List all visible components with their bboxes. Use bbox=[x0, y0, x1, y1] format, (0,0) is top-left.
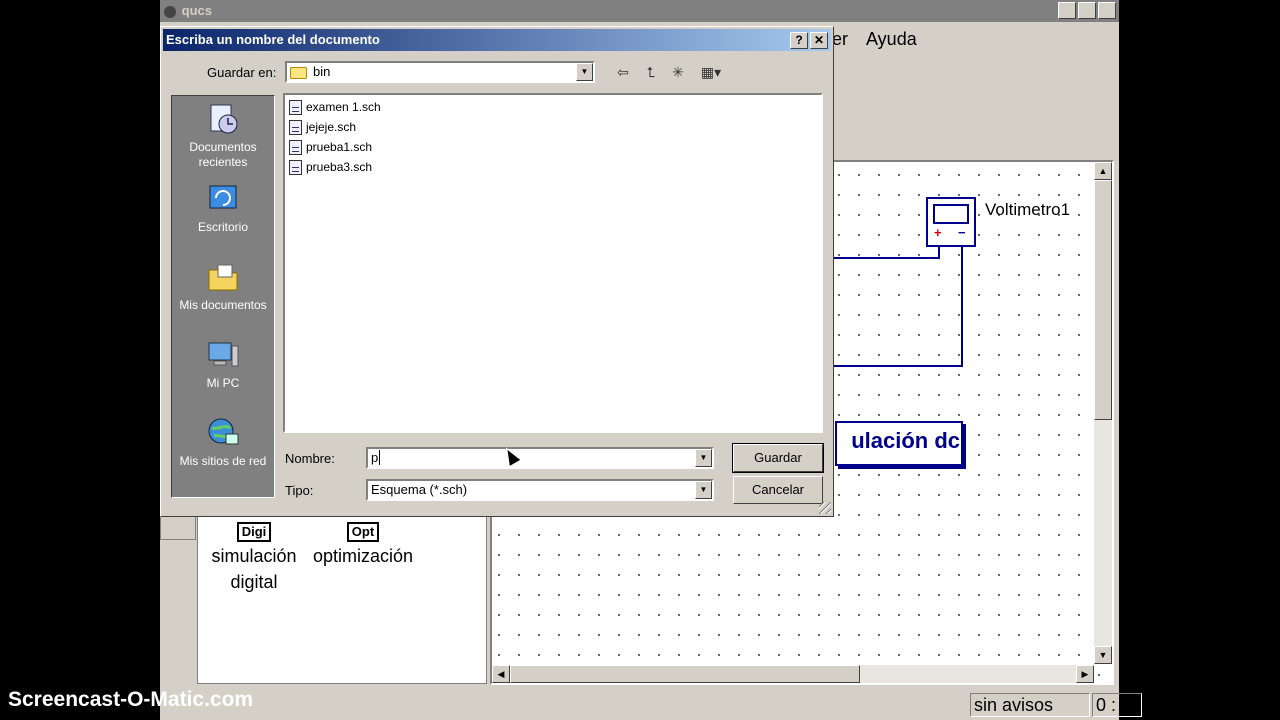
file-list[interactable]: examen 1.sch jejeje.sch prueba1.sch prue… bbox=[283, 93, 823, 433]
place-recent-documents[interactable]: Documentos recientes bbox=[172, 102, 274, 170]
desktop-icon bbox=[209, 185, 237, 209]
save-dialog: Escriba un nombre del documento ? ✕ Guar… bbox=[160, 26, 834, 517]
app-title: qucs bbox=[181, 3, 212, 18]
place-label: Documentos recientes bbox=[189, 140, 257, 169]
side-tab-strip bbox=[160, 514, 196, 540]
recent-documents-icon bbox=[210, 104, 238, 134]
place-label: Mis documentos bbox=[179, 298, 267, 312]
components-panel: Digi simulación digital Opt optimización bbox=[197, 514, 487, 684]
qucs-logo-icon bbox=[164, 5, 176, 18]
status-bar: sin avisos 0 : 0 bbox=[160, 690, 1142, 720]
name-input-value: p bbox=[371, 450, 379, 465]
component-label: digital bbox=[230, 572, 278, 592]
minus-terminal-icon: − bbox=[958, 225, 966, 240]
digital-sim-icon: Digi bbox=[236, 522, 272, 542]
file-name: examen 1.sch bbox=[306, 100, 381, 114]
component-label: simulación bbox=[211, 546, 297, 566]
scroll-right-arrow-icon[interactable]: ▶ bbox=[1076, 665, 1094, 683]
type-label: Tipo: bbox=[285, 483, 314, 498]
new-folder-icon[interactable]: ✳ bbox=[666, 61, 690, 83]
list-item[interactable]: prueba3.sch bbox=[289, 159, 373, 176]
dialog-title-bar: Escriba un nombre del documento ? ✕ bbox=[163, 29, 831, 51]
type-dropdown[interactable]: Esquema (*.sch) ▼ bbox=[366, 479, 714, 501]
chevron-down-icon[interactable]: ▼ bbox=[695, 481, 712, 499]
list-item[interactable]: examen 1.sch bbox=[289, 99, 381, 116]
file-name: prueba3.sch bbox=[306, 160, 373, 174]
horizontal-scroll-thumb[interactable] bbox=[510, 665, 860, 683]
place-label: Escritorio bbox=[197, 220, 248, 234]
view-menu-icon[interactable]: ▦▾ bbox=[695, 61, 727, 83]
voltmeter-component[interactable]: + − bbox=[926, 197, 976, 247]
place-my-documents[interactable]: Mis documentos bbox=[172, 260, 274, 313]
list-item[interactable]: prueba1.sch bbox=[289, 139, 373, 156]
maximize-button[interactable]: □ bbox=[1078, 2, 1096, 19]
component-digital-sim[interactable]: Digi simulación digital bbox=[206, 517, 302, 595]
place-network[interactable]: Mis sitios de red bbox=[172, 416, 274, 469]
place-my-computer[interactable]: Mi PC bbox=[172, 338, 274, 391]
schematic-file-icon bbox=[289, 140, 302, 156]
type-value: Esquema (*.sch) bbox=[371, 482, 468, 497]
scroll-left-arrow-icon[interactable]: ◀ bbox=[492, 665, 510, 683]
horizontal-scrollbar[interactable]: ◀ ▶ bbox=[492, 665, 1094, 683]
my-documents-icon bbox=[208, 264, 238, 291]
text-caret bbox=[379, 450, 381, 465]
place-label: Mis sitios de red bbox=[179, 454, 267, 468]
close-button[interactable]: ✕ bbox=[1098, 2, 1116, 19]
save-in-dropdown[interactable]: bin ▼ bbox=[285, 61, 595, 83]
list-item[interactable]: jejeje.sch bbox=[289, 119, 357, 136]
chevron-down-icon[interactable]: ▼ bbox=[695, 449, 712, 467]
file-name: jejeje.sch bbox=[306, 120, 357, 134]
file-name: prueba1.sch bbox=[306, 140, 373, 154]
minimize-button[interactable]: _ bbox=[1058, 2, 1076, 19]
menu-item-partial[interactable]: er bbox=[832, 28, 848, 50]
status-warnings: sin avisos bbox=[970, 693, 1090, 717]
plus-terminal-icon: + bbox=[934, 225, 942, 240]
schematic-file-icon bbox=[289, 120, 302, 136]
dialog-title: Escriba un nombre del documento bbox=[166, 32, 380, 47]
voltmeter-face-icon bbox=[933, 204, 969, 224]
schematic-file-icon bbox=[289, 160, 302, 176]
wire bbox=[938, 245, 940, 259]
voltmeter-label: Voltimetro1 bbox=[985, 200, 1071, 219]
component-label: optimización bbox=[312, 546, 414, 566]
folder-icon bbox=[290, 66, 307, 79]
save-in-label: Guardar en: bbox=[207, 65, 277, 80]
vertical-scroll-thumb[interactable] bbox=[1094, 180, 1112, 420]
resize-grip-icon[interactable] bbox=[819, 502, 831, 514]
schematic-file-icon bbox=[289, 100, 302, 116]
save-button[interactable]: Guardar bbox=[732, 443, 824, 473]
optimization-icon: Opt bbox=[346, 522, 380, 542]
wire bbox=[834, 365, 963, 367]
status-position: 0 : 0 bbox=[1092, 693, 1142, 717]
dialog-controls: ? ✕ bbox=[790, 32, 828, 49]
wire bbox=[834, 257, 940, 259]
scroll-up-arrow-icon[interactable]: ▲ bbox=[1094, 162, 1112, 180]
wire bbox=[961, 245, 963, 367]
help-button[interactable]: ? bbox=[790, 32, 808, 49]
places-bar: Documentos recientes Escritorio Mis docu… bbox=[171, 95, 275, 498]
network-places-icon bbox=[208, 418, 239, 445]
qucs-title-bar: qucs _ □ ✕ bbox=[160, 0, 1119, 22]
place-label: Mi PC bbox=[206, 376, 240, 390]
watermark: Screencast-O-Matic.com bbox=[8, 688, 254, 711]
dialog-close-button[interactable]: ✕ bbox=[810, 32, 828, 49]
window-controls: _ □ ✕ bbox=[1058, 2, 1116, 19]
component-optimization[interactable]: Opt optimización bbox=[308, 517, 418, 569]
name-input[interactable]: p ▼ bbox=[366, 447, 714, 469]
chevron-down-icon[interactable]: ▼ bbox=[576, 63, 593, 81]
name-label: Nombre: bbox=[285, 451, 335, 466]
vertical-scrollbar[interactable]: ▲ ▼ bbox=[1094, 162, 1112, 664]
save-in-value: bin bbox=[313, 64, 331, 79]
scroll-down-arrow-icon[interactable]: ▼ bbox=[1094, 646, 1112, 664]
back-arrow-icon[interactable]: ⇦ bbox=[611, 61, 635, 83]
cancel-button[interactable]: Cancelar bbox=[733, 476, 823, 504]
menu-item-ayuda[interactable]: Ayuda bbox=[866, 28, 917, 50]
my-computer-icon bbox=[208, 342, 239, 367]
up-folder-icon[interactable]: ⮤ bbox=[639, 61, 663, 83]
place-desktop[interactable]: Escritorio bbox=[172, 182, 274, 235]
